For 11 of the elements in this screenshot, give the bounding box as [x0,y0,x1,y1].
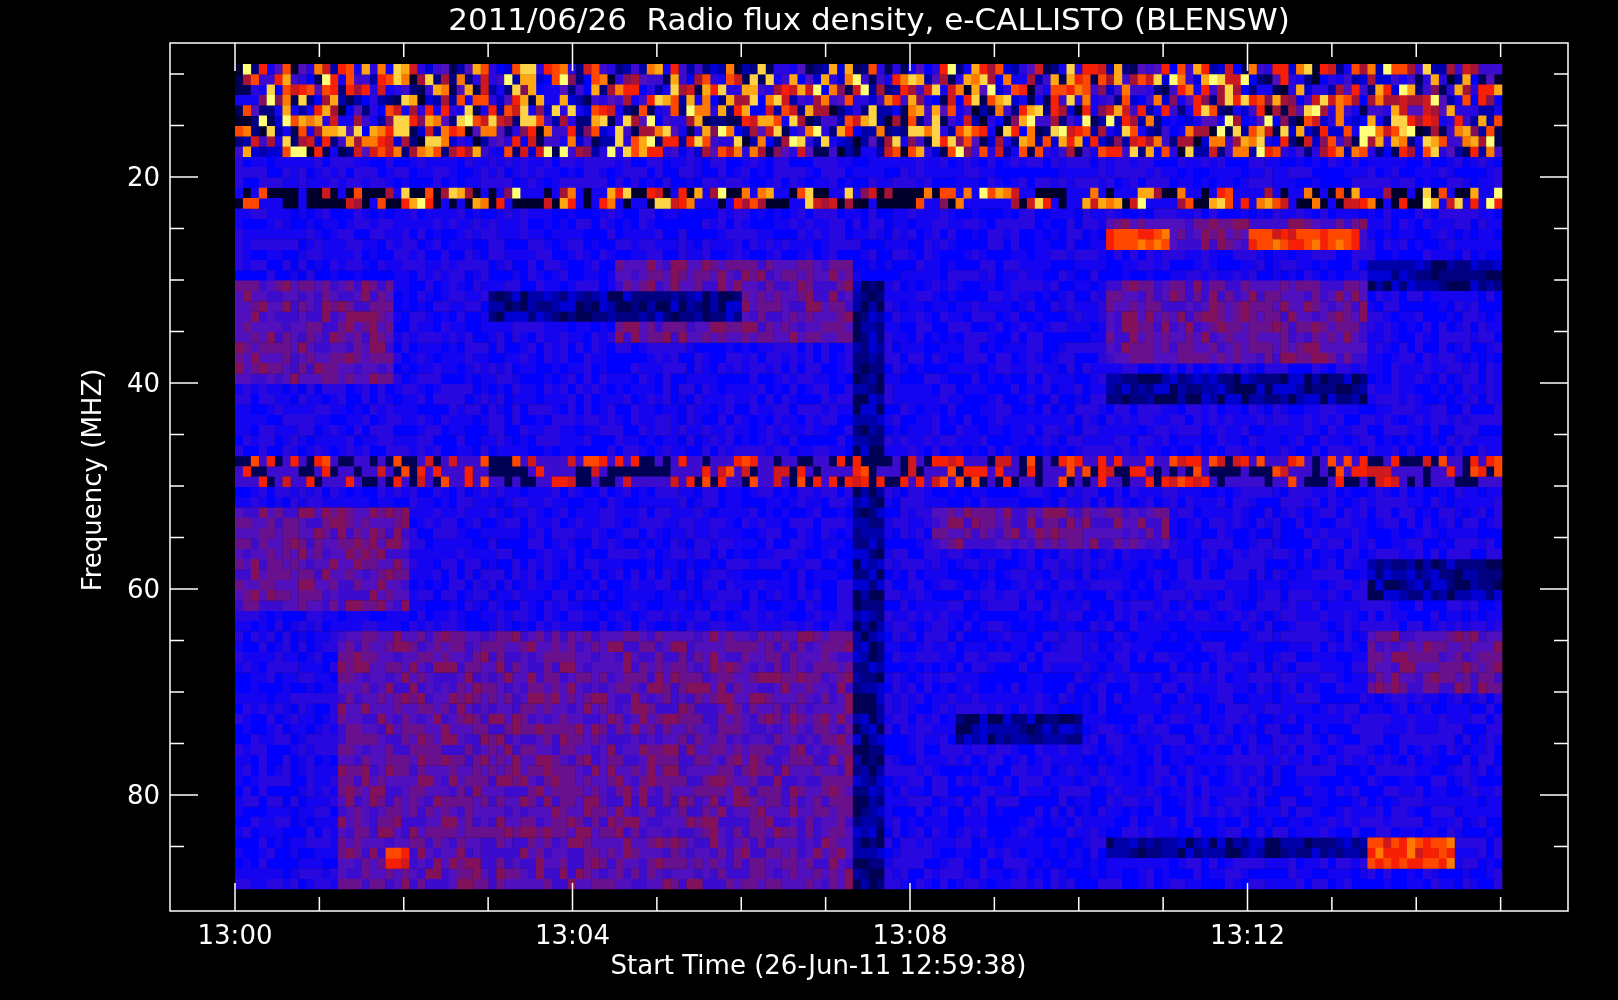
x-tick-label: 13:08 [872,920,948,950]
y-tick-label: 40 [126,368,160,398]
x-axis-label: Start Time (26-Jun-11 12:59:38) [610,950,1027,980]
y-axis-label: Frequency (MHZ) [77,368,107,592]
y-tick-label: 60 [126,574,160,604]
y-tick-label: 20 [126,162,160,192]
x-tick-label: 13:04 [535,920,610,950]
x-tick-label: 13:12 [1210,920,1285,950]
x-tick-label: 13:00 [197,920,273,950]
y-tick-label: 80 [126,780,160,810]
chart-title: 2011/06/26 Radio flux density, e-CALLISTO (BLENSW) [448,1,1290,37]
